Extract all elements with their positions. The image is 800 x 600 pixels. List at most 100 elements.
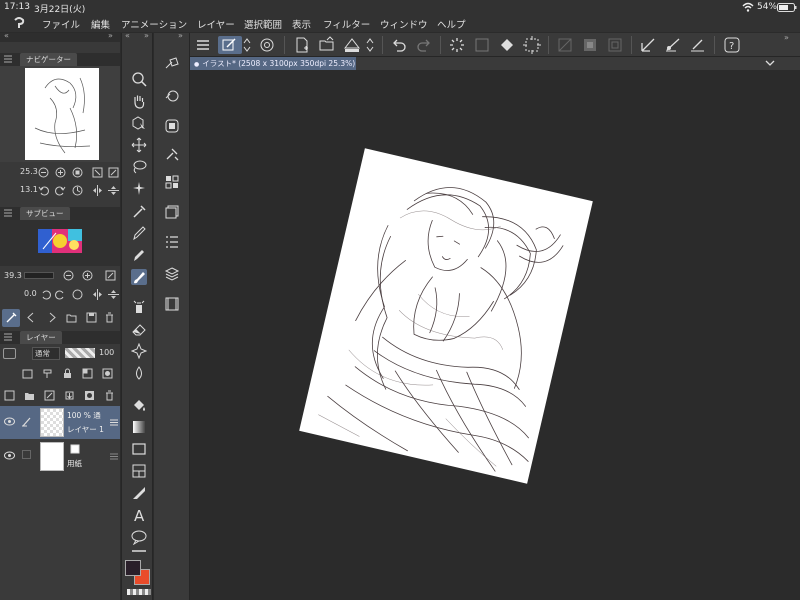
menu-file[interactable]: ファイル: [42, 17, 80, 31]
navigator-title[interactable]: ナビゲーター: [20, 53, 77, 66]
crop-icon[interactable]: [606, 36, 624, 54]
clip-layer-icon[interactable]: [42, 368, 53, 379]
stepper-icon[interactable]: [242, 36, 252, 54]
save-icon[interactable]: [343, 36, 361, 54]
lasso-select-icon[interactable]: [131, 159, 147, 175]
layer-mask-icon[interactable]: [84, 390, 95, 401]
fit-window-icon[interactable]: [108, 167, 119, 178]
reset-rotation-icon[interactable]: [72, 289, 83, 300]
undo-icon[interactable]: [390, 36, 408, 54]
navigator-thumbnail[interactable]: [25, 68, 99, 160]
flip-horizontal-icon[interactable]: [92, 289, 103, 300]
transparent-color-swatch[interactable]: [127, 589, 151, 595]
flip-vertical-icon[interactable]: [108, 185, 119, 196]
menu-window[interactable]: ウィンドウ: [380, 17, 428, 31]
text-icon[interactable]: A: [131, 507, 147, 523]
blend-icon[interactable]: [131, 343, 147, 359]
menu-selection[interactable]: 選択範囲: [244, 17, 282, 31]
canvas-area[interactable]: [190, 70, 800, 600]
quick-collapse-bar[interactable]: »: [154, 31, 190, 42]
menu-handle-icon[interactable]: [4, 55, 12, 63]
ruler-icon[interactable]: [131, 485, 147, 501]
fit-view-icon[interactable]: [72, 167, 83, 178]
app-logo-icon[interactable]: [12, 16, 26, 30]
open-file-icon[interactable]: [318, 36, 336, 54]
pencil-icon[interactable]: [131, 247, 147, 263]
layer-handle-icon[interactable]: [110, 453, 118, 460]
fill-settings-icon[interactable]: [164, 88, 180, 104]
menu-layer[interactable]: レイヤー: [197, 17, 235, 31]
chevron-down-icon[interactable]: [764, 58, 776, 68]
zoom-icon[interactable]: [131, 71, 147, 87]
fill-icon[interactable]: [131, 397, 147, 413]
new-file-icon[interactable]: [293, 36, 311, 54]
menu-handle-icon[interactable]: [4, 209, 12, 217]
frame-icon[interactable]: [131, 463, 147, 479]
layer-settings-icon[interactable]: [164, 118, 180, 134]
menu-filter[interactable]: フィルター: [323, 17, 370, 31]
brush-settings-icon[interactable]: [164, 56, 180, 72]
layer-row[interactable]: 用紙: [0, 440, 120, 473]
rotate-left-icon[interactable]: [40, 289, 51, 300]
auto-select-icon[interactable]: [131, 181, 147, 197]
brush-icon[interactable]: [131, 269, 147, 285]
delete-image-icon[interactable]: [104, 312, 115, 323]
reset-rotation-icon[interactable]: [72, 185, 83, 196]
blend-mode-icon[interactable]: [3, 348, 16, 359]
lock-icon[interactable]: [62, 368, 73, 379]
collapse-left-icon[interactable]: «: [4, 31, 9, 40]
menu-help[interactable]: ヘルプ: [437, 17, 466, 31]
color-set-icon[interactable]: [164, 174, 180, 190]
material-icon[interactable]: [164, 204, 180, 220]
clear-icon[interactable]: [556, 36, 574, 54]
airbrush-icon[interactable]: [131, 298, 147, 314]
layer-row[interactable]: 100 % 通 レイヤー 1: [0, 406, 120, 439]
layer-property-icon[interactable]: [164, 266, 180, 282]
help-icon[interactable]: ?: [723, 36, 741, 54]
eye-icon[interactable]: [4, 451, 15, 460]
rotate-right-icon[interactable]: [55, 185, 66, 196]
transform-icon[interactable]: [473, 36, 491, 54]
previous-image-icon[interactable]: [26, 312, 37, 323]
reference-layer-icon[interactable]: [22, 368, 33, 379]
zoom-out-icon[interactable]: [63, 270, 74, 281]
selection-area-icon[interactable]: [523, 36, 541, 54]
panel-collapse-bar[interactable]: « »: [0, 31, 120, 42]
animation-timeline-icon[interactable]: [164, 296, 180, 312]
subview-zoom-slider[interactable]: [24, 272, 54, 279]
eraser-icon[interactable]: [131, 321, 147, 337]
special-ruler-snap-icon[interactable]: [664, 36, 682, 54]
rectangle-icon[interactable]: [131, 441, 147, 457]
stepper-icon[interactable]: [365, 36, 375, 54]
zoom-in-icon[interactable]: [55, 167, 66, 178]
layer-lock-toggle[interactable]: [22, 450, 31, 459]
new-folder-icon[interactable]: [24, 390, 35, 401]
loading-icon[interactable]: [448, 36, 466, 54]
next-image-icon[interactable]: [46, 312, 57, 323]
menu-view[interactable]: 表示: [292, 17, 311, 31]
layer-panel-title[interactable]: レイヤー: [20, 331, 62, 344]
zoom-out-icon[interactable]: [38, 167, 49, 178]
balloon-icon[interactable]: [131, 529, 147, 545]
pen-icon[interactable]: [131, 225, 147, 241]
layer-handle-icon[interactable]: [110, 419, 118, 426]
opacity-slider[interactable]: [65, 348, 95, 358]
menu-handle-icon[interactable]: [4, 333, 12, 341]
sub-tool-list-icon[interactable]: [164, 234, 180, 250]
lock-transparency-icon[interactable]: [82, 368, 93, 379]
edit-mode-icon[interactable]: [218, 36, 242, 54]
hand-icon[interactable]: [131, 93, 147, 109]
delete-layer-icon[interactable]: [104, 390, 115, 401]
zoom-in-icon[interactable]: [82, 270, 93, 281]
subview-title[interactable]: サブビュー: [20, 207, 70, 220]
collapse-right-icon[interactable]: »: [108, 31, 113, 40]
new-raster-layer-icon[interactable]: [4, 390, 15, 401]
eye-icon[interactable]: [4, 417, 15, 426]
import-image-icon[interactable]: [66, 312, 77, 323]
tool-collapse-bar[interactable]: « »: [122, 31, 154, 42]
redo-icon[interactable]: [415, 36, 433, 54]
drawing-canvas[interactable]: [299, 148, 593, 484]
fill-bucket-icon[interactable]: [498, 36, 516, 54]
collapse-right-icon[interactable]: »: [178, 31, 183, 40]
save-image-icon[interactable]: [86, 312, 97, 323]
